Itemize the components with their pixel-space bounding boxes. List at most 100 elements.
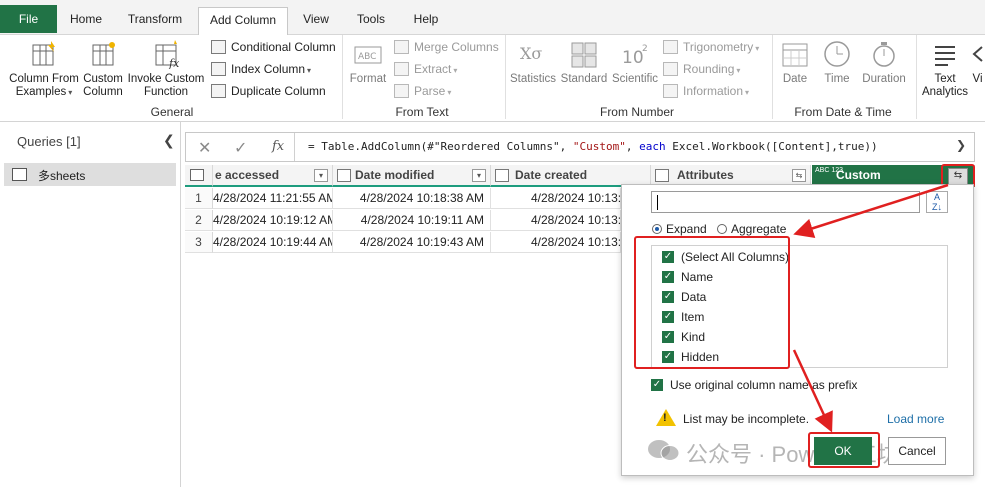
- invoke-custom-label: Invoke Custom: [127, 73, 205, 85]
- calendar-icon: [780, 39, 810, 69]
- filter-dropdown-icon[interactable]: ▾: [472, 169, 486, 182]
- warning-text: List may be incomplete.: [683, 412, 810, 426]
- aggregate-radio[interactable]: Aggregate: [717, 222, 786, 236]
- column-search-input[interactable]: [651, 191, 920, 213]
- record-type-icon[interactable]: [655, 169, 669, 182]
- custom-column-button[interactable]: Custom Column: [82, 39, 124, 99]
- invoke-custom-function-button[interactable]: fx Invoke Custom Function: [126, 39, 206, 99]
- scientific-button[interactable]: 10 2 Scientific: [610, 39, 660, 86]
- table-cell[interactable]: 4/28/2024 11:21:55 AM: [213, 188, 333, 209]
- query-item[interactable]: 多sheets: [4, 163, 176, 186]
- svg-text:2: 2: [642, 44, 648, 54]
- table-cell[interactable]: 4/28/2024 10:13:2: [491, 188, 621, 209]
- invoke-custom-label-2: Function: [143, 86, 189, 98]
- tab-view[interactable]: View: [296, 7, 336, 35]
- statistics-button[interactable]: Xσ Statistics: [509, 39, 557, 86]
- format-button[interactable]: ABC Format: [348, 39, 388, 86]
- group-label-from-text: From Text: [395, 105, 449, 119]
- vision-label: Vi: [972, 73, 983, 85]
- column-header-label: e accessed: [215, 168, 280, 182]
- fx-icon[interactable]: fx: [272, 139, 284, 154]
- row-number[interactable]: 3: [185, 232, 213, 253]
- extract-button[interactable]: Extract ▾: [394, 59, 457, 79]
- date-label: Date: [782, 73, 808, 85]
- group-divider: [342, 35, 343, 119]
- aggregate-radio-label: Aggregate: [731, 222, 787, 236]
- expand-record-icon[interactable]: ⇆: [792, 169, 806, 182]
- table-menu-button[interactable]: [185, 165, 213, 187]
- table-cell[interactable]: 4/28/2024 10:19:44 AM: [213, 232, 333, 253]
- row-number[interactable]: 2: [185, 210, 213, 231]
- tab-tools[interactable]: Tools: [349, 7, 393, 35]
- group-label-from-number: From Number: [599, 105, 674, 119]
- extract-icon: [394, 62, 409, 76]
- trigonometry-label: Trigonometry: [683, 40, 754, 54]
- highlight-box: [634, 236, 790, 369]
- text-analytics-button[interactable]: Text Analytics: [920, 39, 970, 99]
- checkbox-label: Use original column name as prefix: [670, 378, 858, 392]
- table-cell[interactable]: 4/28/2024 10:19:43 AM: [333, 232, 491, 253]
- column-from-examples-button[interactable]: Column From Examples ▾: [6, 39, 82, 99]
- column-header-label: Attributes: [677, 168, 734, 182]
- table-cell[interactable]: 4/28/2024 10:13:2: [491, 210, 621, 231]
- text-analytics-icon: [930, 39, 960, 69]
- table-cell[interactable]: 4/28/2024 10:19:11 AM: [333, 210, 491, 231]
- duration-button[interactable]: Duration: [858, 39, 910, 86]
- expand-radio-label: Expand: [666, 222, 707, 236]
- conditional-column-button[interactable]: Conditional Column: [211, 37, 336, 57]
- tab-home[interactable]: Home: [63, 7, 109, 35]
- cancel-button[interactable]: Cancel: [888, 437, 946, 465]
- datetime-type-icon[interactable]: [337, 169, 351, 182]
- standard-button[interactable]: Standard: [559, 39, 609, 86]
- checkbox-use-prefix[interactable]: ✓ Use original column name as prefix: [651, 378, 857, 394]
- parse-button[interactable]: Parse ▾: [394, 81, 451, 101]
- collapse-pane-chevron-icon[interactable]: ❮: [163, 132, 175, 149]
- table-cell[interactable]: 4/28/2024 10:18:38 AM: [333, 188, 491, 209]
- column-from-examples-icon: [29, 39, 59, 69]
- duplicate-column-label: Duplicate Column: [231, 84, 326, 98]
- confirm-formula-icon[interactable]: ✓: [234, 138, 247, 158]
- table-cell[interactable]: 4/28/2024 10:13:2: [491, 232, 621, 253]
- conditional-column-label: Conditional Column: [231, 40, 336, 54]
- wechat-logo: [646, 438, 682, 465]
- custom-column-icon: [88, 39, 118, 69]
- expand-formula-chevron-icon[interactable]: ❯: [956, 138, 966, 152]
- datetime-type-icon[interactable]: [495, 169, 509, 182]
- expand-radio[interactable]: Expand: [652, 222, 707, 236]
- column-from-examples-label-2: Examples: [15, 86, 67, 98]
- formula-suffix: Excel.Workbook([Content],true)): [665, 140, 878, 153]
- query-item-label: 多sheets: [38, 169, 86, 183]
- row-number[interactable]: 1: [185, 188, 213, 209]
- highlight-box: [808, 432, 880, 468]
- merge-columns-button[interactable]: Merge Columns: [394, 37, 499, 57]
- cancel-formula-icon[interactable]: ✕: [198, 138, 211, 158]
- information-label: Information: [683, 84, 744, 98]
- duplicate-column-button[interactable]: Duplicate Column: [211, 81, 326, 101]
- index-column-button[interactable]: Index Column ▾: [211, 59, 311, 79]
- formula-divider: [294, 133, 295, 161]
- tab-help[interactable]: Help: [404, 7, 448, 35]
- group-divider: [772, 35, 773, 119]
- information-button[interactable]: Information ▾: [663, 81, 749, 101]
- rounding-icon: [663, 62, 678, 76]
- scientific-icon: 10 2: [620, 39, 650, 69]
- vision-button[interactable]: Vi: [970, 39, 985, 86]
- load-more-link[interactable]: Load more: [887, 412, 944, 426]
- column-header-date-modified[interactable]: Date modified ▾: [333, 165, 491, 187]
- sort-az-icon[interactable]: A Z↓: [926, 191, 948, 213]
- svg-text:Xσ: Xσ: [520, 44, 542, 63]
- filter-dropdown-icon[interactable]: ▾: [314, 169, 328, 182]
- table-cell[interactable]: 4/28/2024 10:19:12 AM: [213, 210, 333, 231]
- formula-text[interactable]: = Table.AddColumn(#"Reordered Columns", …: [308, 140, 878, 153]
- tab-file[interactable]: File: [0, 5, 57, 33]
- trigonometry-button[interactable]: Trigonometry ▾: [663, 37, 759, 57]
- invoke-function-icon: fx: [151, 39, 181, 70]
- any-type-icon[interactable]: ABC 123: [815, 167, 843, 175]
- column-header-date-accessed[interactable]: e accessed ▾: [213, 165, 333, 187]
- tab-add-column[interactable]: Add Column: [198, 7, 288, 36]
- rounding-button[interactable]: Rounding ▾: [663, 59, 740, 79]
- date-button[interactable]: Date: [776, 39, 814, 86]
- time-button[interactable]: Time: [818, 39, 856, 86]
- svg-text:fx: fx: [168, 57, 180, 69]
- tab-transform[interactable]: Transform: [117, 7, 193, 35]
